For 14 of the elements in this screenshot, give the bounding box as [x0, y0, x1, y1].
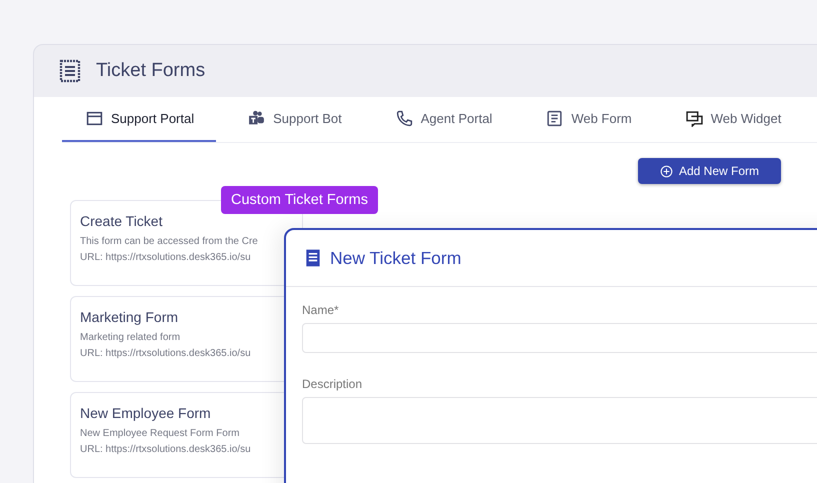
form-url: URL: https://rtxsolutions.desk365.io/su — [80, 348, 252, 359]
form-title: Create Ticket — [80, 213, 164, 229]
form-title: New Employee Form — [80, 405, 212, 421]
field-label: Name* — [302, 303, 340, 317]
field-label: Description — [302, 377, 364, 391]
form-description: New Employee Request Form Form — [80, 428, 240, 439]
form-description: This form can be accessed from the Cre — [80, 236, 259, 247]
dialog-title: New Ticket Form — [330, 248, 462, 268]
callout-label: Custom Ticket Forms — [221, 186, 378, 214]
form-description: Marketing related form — [80, 332, 182, 343]
form-url: URL: https://rtxsolutions.desk365.io/su — [80, 444, 252, 455]
page-title: Ticket Forms — [96, 60, 206, 82]
form-url: URL: https://rtxsolutions.desk365.io/su — [80, 252, 252, 263]
form-title: Marketing Form — [80, 309, 180, 325]
